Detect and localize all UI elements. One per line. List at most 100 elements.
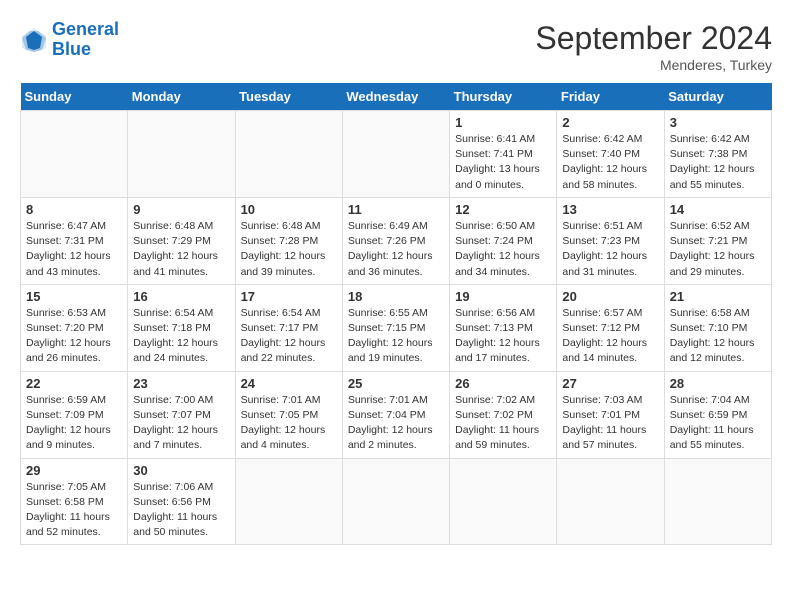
calendar-cell: 26 Sunrise: 7:02 AM Sunset: 7:02 PM Dayli… (450, 371, 557, 458)
day-info: Sunrise: 6:49 AM Sunset: 7:26 PM Dayligh… (348, 219, 444, 280)
day-number: 19 (455, 289, 551, 304)
day-number: 13 (562, 202, 658, 217)
day-info: Sunrise: 6:55 AM Sunset: 7:15 PM Dayligh… (348, 306, 444, 367)
title-block: September 2024 Menderes, Turkey (535, 20, 772, 73)
logo-text: General Blue (52, 20, 119, 60)
day-info: Sunrise: 6:58 AM Sunset: 7:10 PM Dayligh… (670, 306, 766, 367)
day-number: 9 (133, 202, 229, 217)
day-info: Sunrise: 7:01 AM Sunset: 7:04 PM Dayligh… (348, 393, 444, 454)
day-number: 11 (348, 202, 444, 217)
calendar-cell (235, 111, 342, 198)
day-info: Sunrise: 7:00 AM Sunset: 7:07 PM Dayligh… (133, 393, 229, 454)
day-info: Sunrise: 7:04 AM Sunset: 6:59 PM Dayligh… (670, 393, 766, 454)
calendar-cell: 22 Sunrise: 6:59 AM Sunset: 7:09 PM Dayli… (21, 371, 128, 458)
calendar-cell: 14 Sunrise: 6:52 AM Sunset: 7:21 PM Dayli… (664, 197, 771, 284)
day-number: 26 (455, 376, 551, 391)
calendar-cell: 11 Sunrise: 6:49 AM Sunset: 7:26 PM Dayli… (342, 197, 449, 284)
day-info: Sunrise: 6:57 AM Sunset: 7:12 PM Dayligh… (562, 306, 658, 367)
calendar-cell (557, 458, 664, 545)
day-number: 22 (26, 376, 122, 391)
calendar-cell: 19 Sunrise: 6:56 AM Sunset: 7:13 PM Dayli… (450, 284, 557, 371)
day-info: Sunrise: 6:51 AM Sunset: 7:23 PM Dayligh… (562, 219, 658, 280)
day-info: Sunrise: 6:41 AM Sunset: 7:41 PM Dayligh… (455, 132, 551, 193)
logo-blue: Blue (52, 39, 91, 59)
day-number: 27 (562, 376, 658, 391)
calendar-cell: 28 Sunrise: 7:04 AM Sunset: 6:59 PM Dayli… (664, 371, 771, 458)
day-number: 3 (670, 115, 766, 130)
day-number: 14 (670, 202, 766, 217)
day-info: Sunrise: 7:02 AM Sunset: 7:02 PM Dayligh… (455, 393, 551, 454)
calendar-table: SundayMondayTuesdayWednesdayThursdayFrid… (20, 83, 772, 545)
calendar-week-2: 8 Sunrise: 6:47 AM Sunset: 7:31 PM Daylig… (21, 197, 772, 284)
dow-header-friday: Friday (557, 83, 664, 111)
calendar-cell: 27 Sunrise: 7:03 AM Sunset: 7:01 PM Dayli… (557, 371, 664, 458)
day-number: 12 (455, 202, 551, 217)
day-info: Sunrise: 6:42 AM Sunset: 7:38 PM Dayligh… (670, 132, 766, 193)
dow-header-wednesday: Wednesday (342, 83, 449, 111)
calendar-week-4: 22 Sunrise: 6:59 AM Sunset: 7:09 PM Dayli… (21, 371, 772, 458)
calendar-cell: 13 Sunrise: 6:51 AM Sunset: 7:23 PM Dayli… (557, 197, 664, 284)
day-info: Sunrise: 7:03 AM Sunset: 7:01 PM Dayligh… (562, 393, 658, 454)
calendar-cell: 30Sunrise: 7:06 AM Sunset: 6:56 PM Dayli… (128, 458, 235, 545)
day-number: 24 (241, 376, 337, 391)
day-info: Sunrise: 6:42 AM Sunset: 7:40 PM Dayligh… (562, 132, 658, 193)
day-number: 8 (26, 202, 122, 217)
calendar-cell (235, 458, 342, 545)
day-number: 10 (241, 202, 337, 217)
calendar-week-3: 15 Sunrise: 6:53 AM Sunset: 7:20 PM Dayli… (21, 284, 772, 371)
calendar-cell: 12Sunrise: 6:50 AM Sunset: 7:24 PM Dayli… (450, 197, 557, 284)
calendar-cell (21, 111, 128, 198)
day-info: Sunrise: 7:01 AM Sunset: 7:05 PM Dayligh… (241, 393, 337, 454)
day-number: 20 (562, 289, 658, 304)
day-number: 15 (26, 289, 122, 304)
dow-header-tuesday: Tuesday (235, 83, 342, 111)
day-info: Sunrise: 6:48 AM Sunset: 7:29 PM Dayligh… (133, 219, 229, 280)
day-info: Sunrise: 6:47 AM Sunset: 7:31 PM Dayligh… (26, 219, 122, 280)
day-number: 16 (133, 289, 229, 304)
calendar-cell (342, 458, 449, 545)
day-info: Sunrise: 7:05 AM Sunset: 6:58 PM Dayligh… (26, 480, 122, 541)
day-number: 1 (455, 115, 551, 130)
dow-header-monday: Monday (128, 83, 235, 111)
calendar-cell (450, 458, 557, 545)
calendar-week-5: 29 Sunrise: 7:05 AM Sunset: 6:58 PM Dayli… (21, 458, 772, 545)
day-number: 25 (348, 376, 444, 391)
logo: General Blue (20, 20, 119, 60)
calendar-cell: 10 Sunrise: 6:48 AM Sunset: 7:28 PM Dayli… (235, 197, 342, 284)
calendar-cell: 25 Sunrise: 7:01 AM Sunset: 7:04 PM Dayli… (342, 371, 449, 458)
logo-icon (20, 26, 48, 54)
day-info: Sunrise: 6:53 AM Sunset: 7:20 PM Dayligh… (26, 306, 122, 367)
day-info: Sunrise: 6:54 AM Sunset: 7:18 PM Dayligh… (133, 306, 229, 367)
day-number: 18 (348, 289, 444, 304)
day-info: Sunrise: 6:59 AM Sunset: 7:09 PM Dayligh… (26, 393, 122, 454)
calendar-cell (342, 111, 449, 198)
day-number: 21 (670, 289, 766, 304)
day-info: Sunrise: 6:56 AM Sunset: 7:13 PM Dayligh… (455, 306, 551, 367)
calendar-cell: 23 Sunrise: 7:00 AM Sunset: 7:07 PM Dayli… (128, 371, 235, 458)
day-info: Sunrise: 6:52 AM Sunset: 7:21 PM Dayligh… (670, 219, 766, 280)
calendar-cell: 17 Sunrise: 6:54 AM Sunset: 7:17 PM Dayli… (235, 284, 342, 371)
dow-header-thursday: Thursday (450, 83, 557, 111)
month-title: September 2024 (535, 20, 772, 57)
location-subtitle: Menderes, Turkey (535, 57, 772, 73)
day-info: Sunrise: 6:48 AM Sunset: 7:28 PM Dayligh… (241, 219, 337, 280)
page-header: General Blue September 2024 Menderes, Tu… (20, 20, 772, 73)
day-number: 30 (133, 463, 229, 478)
calendar-cell: 20 Sunrise: 6:57 AM Sunset: 7:12 PM Dayli… (557, 284, 664, 371)
calendar-cell (128, 111, 235, 198)
day-number: 23 (133, 376, 229, 391)
calendar-cell: 3 Sunrise: 6:42 AM Sunset: 7:38 PM Daylig… (664, 111, 771, 198)
calendar-cell: 8 Sunrise: 6:47 AM Sunset: 7:31 PM Daylig… (21, 197, 128, 284)
day-info: Sunrise: 6:54 AM Sunset: 7:17 PM Dayligh… (241, 306, 337, 367)
calendar-cell: 24 Sunrise: 7:01 AM Sunset: 7:05 PM Dayli… (235, 371, 342, 458)
day-number: 17 (241, 289, 337, 304)
day-number: 28 (670, 376, 766, 391)
calendar-cell: 15 Sunrise: 6:53 AM Sunset: 7:20 PM Dayli… (21, 284, 128, 371)
calendar-cell: 16 Sunrise: 6:54 AM Sunset: 7:18 PM Dayli… (128, 284, 235, 371)
day-number: 29 (26, 463, 122, 478)
dow-header-sunday: Sunday (21, 83, 128, 111)
logo-general: General (52, 19, 119, 39)
calendar-week-1: 1 Sunrise: 6:41 AM Sunset: 7:41 PM Daylig… (21, 111, 772, 198)
calendar-cell: 18 Sunrise: 6:55 AM Sunset: 7:15 PM Dayli… (342, 284, 449, 371)
calendar-cell: 1 Sunrise: 6:41 AM Sunset: 7:41 PM Daylig… (450, 111, 557, 198)
